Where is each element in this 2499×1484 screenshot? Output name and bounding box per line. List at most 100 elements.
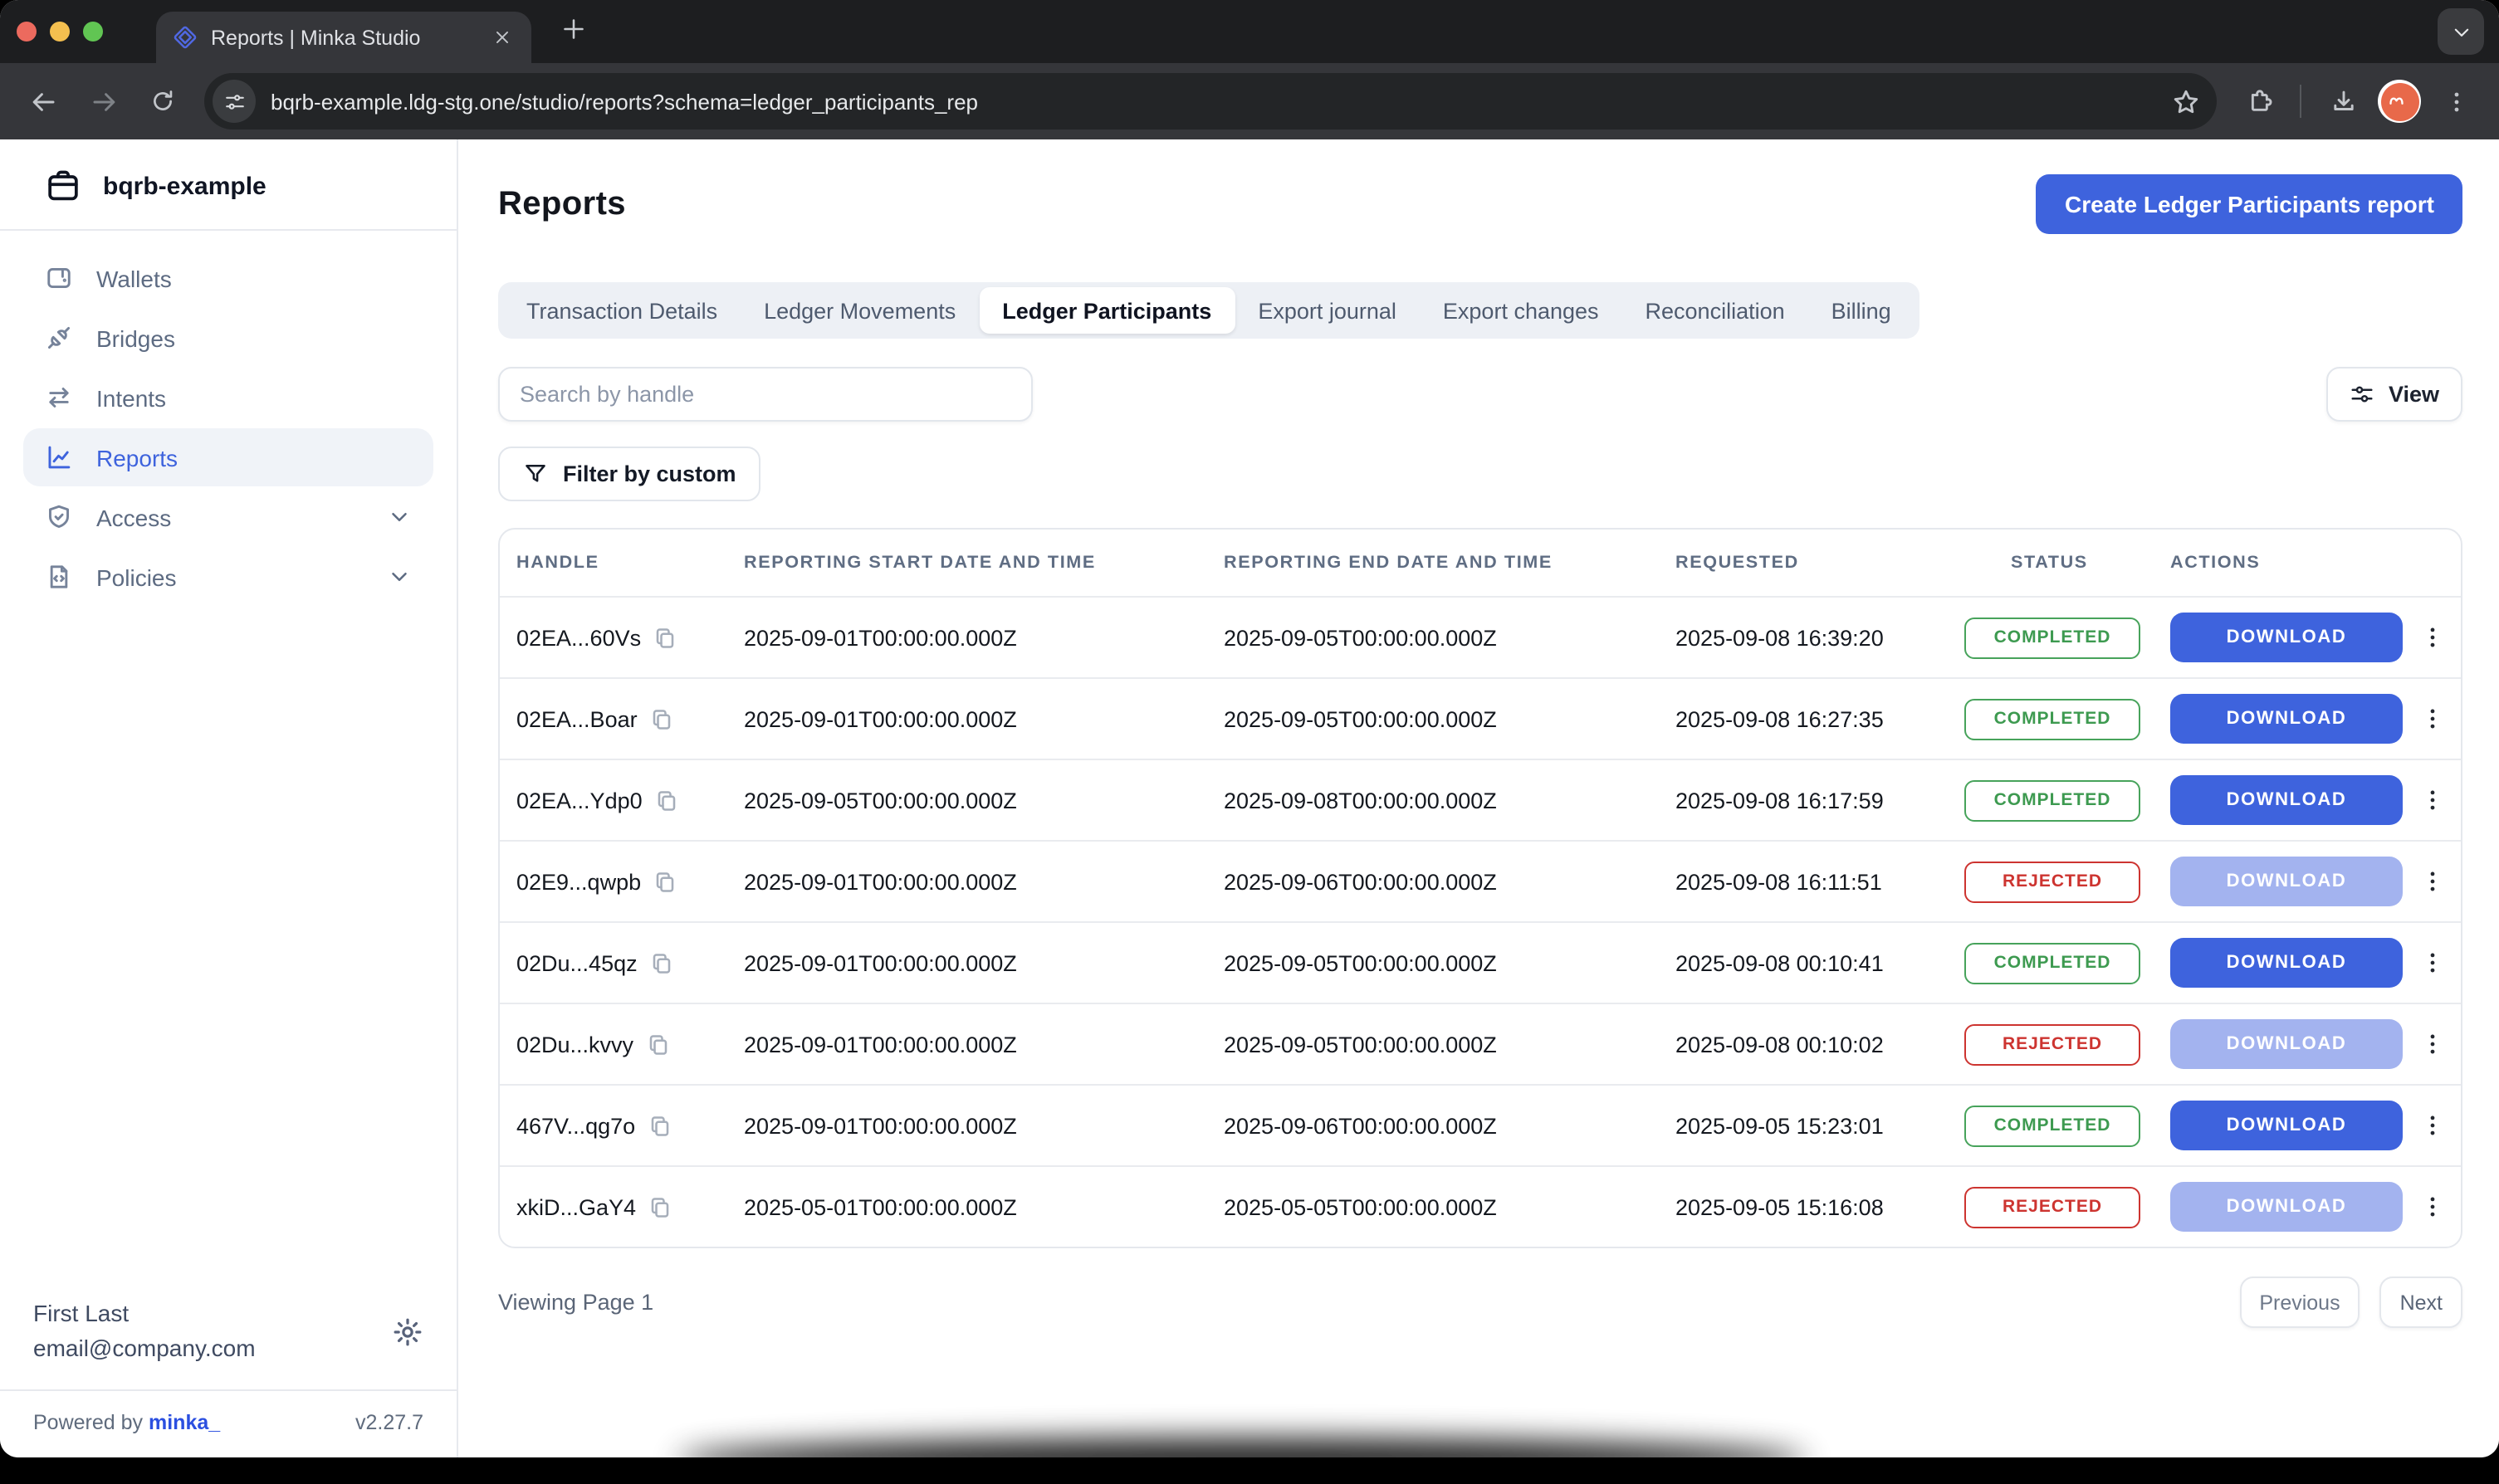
page-indicator: Viewing Page 1 xyxy=(498,1290,653,1315)
back-button[interactable] xyxy=(18,76,68,126)
download-button[interactable]: DOWNLOAD xyxy=(2170,694,2403,744)
handle-text: xkiD...GaY4 xyxy=(516,1194,636,1219)
new-tab-button[interactable] xyxy=(561,17,586,41)
table-row: 02EA...Ydp0 2025-09-05T00:00:00.000Z 202… xyxy=(500,759,2461,840)
filter-by-custom-button[interactable]: Filter by custom xyxy=(498,447,761,501)
downloads-icon[interactable] xyxy=(2318,76,2368,126)
requested-timestamp: 2025-09-05 15:23:01 xyxy=(1675,1113,1964,1138)
sidebar: bqrb-example Wallets Bridges Intents Rep… xyxy=(0,139,458,1457)
sidebar-item-reports[interactable]: Reports xyxy=(23,428,433,486)
tab-ledger-participants[interactable]: Ledger Participants xyxy=(979,287,1235,334)
handle-text: 02Du...kvvy xyxy=(516,1032,633,1057)
sidebar-item-label: Intents xyxy=(96,384,166,411)
copy-icon[interactable] xyxy=(653,869,677,894)
tab-reconciliation[interactable]: Reconciliation xyxy=(1622,287,1808,334)
extensions-icon[interactable] xyxy=(2233,76,2283,126)
next-page-button[interactable]: Next xyxy=(2380,1277,2462,1328)
browser-toolbar: bqrb-example.ldg-stg.one/studio/reports?… xyxy=(0,63,2499,139)
user-email: email@company.com xyxy=(33,1331,392,1366)
row-menu-icon[interactable] xyxy=(2421,1194,2444,1220)
report-end-date: 2025-09-05T00:00:00.000Z xyxy=(1224,706,1675,731)
dock-shadow xyxy=(677,1438,1807,1484)
browser-window: Reports | Minka Studio xyxy=(0,0,2499,1457)
view-button[interactable]: View xyxy=(2327,367,2462,422)
sidebar-item-bridges[interactable]: Bridges xyxy=(23,309,433,367)
favicon xyxy=(173,25,198,50)
copy-icon[interactable] xyxy=(653,625,677,650)
sidebar-item-label: Access xyxy=(96,504,171,530)
requested-timestamp: 2025-09-08 00:10:41 xyxy=(1675,950,1964,975)
copy-icon[interactable] xyxy=(645,1032,670,1057)
row-menu-icon[interactable] xyxy=(2421,1031,2444,1057)
copy-icon[interactable] xyxy=(648,1194,672,1219)
download-button[interactable]: DOWNLOAD xyxy=(2170,613,2403,662)
sidebar-item-wallets[interactable]: Wallets xyxy=(23,249,433,307)
row-menu-icon[interactable] xyxy=(2421,705,2444,732)
report-start-date: 2025-09-01T00:00:00.000Z xyxy=(744,1032,1224,1057)
copy-icon[interactable] xyxy=(649,950,674,975)
reload-button[interactable] xyxy=(138,76,188,126)
bookmark-star-icon[interactable] xyxy=(2162,78,2208,124)
minimize-window-button[interactable] xyxy=(50,22,70,41)
report-start-date: 2025-09-01T00:00:00.000Z xyxy=(744,869,1224,894)
create-report-button[interactable]: Create Ledger Participants report xyxy=(2037,174,2462,234)
ledger-name: bqrb-example xyxy=(103,172,267,200)
row-menu-icon[interactable] xyxy=(2421,868,2444,895)
report-start-date: 2025-09-01T00:00:00.000Z xyxy=(744,706,1224,731)
gear-icon[interactable] xyxy=(392,1316,423,1347)
powered-by-text: Powered by minka_ xyxy=(33,1411,220,1434)
tab-search-chevron-button[interactable] xyxy=(2438,8,2484,55)
plug-icon xyxy=(45,324,73,352)
tab-transaction-details[interactable]: Transaction Details xyxy=(503,287,741,334)
browser-tab[interactable]: Reports | Minka Studio xyxy=(156,12,531,63)
download-button[interactable]: DOWNLOAD xyxy=(2170,938,2403,988)
download-button[interactable]: DOWNLOAD xyxy=(2170,775,2403,825)
forward-button[interactable] xyxy=(78,76,128,126)
requested-timestamp: 2025-09-08 00:10:02 xyxy=(1675,1032,1964,1057)
col-handle: HANDLE xyxy=(516,553,744,573)
chevron-down-icon xyxy=(387,505,412,530)
ledger-switcher[interactable]: bqrb-example xyxy=(0,139,457,229)
chart-icon xyxy=(45,443,73,471)
handle-text: 02Du...45qz xyxy=(516,950,638,975)
status-badge: REJECTED xyxy=(1964,1186,2140,1228)
row-menu-icon[interactable] xyxy=(2421,624,2444,651)
tab-billing[interactable]: Billing xyxy=(1808,287,1915,334)
tab-export-journal[interactable]: Export journal xyxy=(1235,287,1420,334)
handle-text: 02EA...60Vs xyxy=(516,625,641,650)
tab-ledger-movements[interactable]: Ledger Movements xyxy=(741,287,979,334)
sidebar-item-label: Policies xyxy=(96,564,177,590)
report-end-date: 2025-09-05T00:00:00.000Z xyxy=(1224,1032,1675,1057)
sidebar-footer: Powered by minka_ v2.27.7 xyxy=(0,1391,457,1457)
close-tab-icon[interactable] xyxy=(488,24,515,51)
tab-export-changes[interactable]: Export changes xyxy=(1420,287,1622,334)
copy-icon[interactable] xyxy=(647,1113,672,1138)
table-row: 02Du...kvvy 2025-09-01T00:00:00.000Z 202… xyxy=(500,1003,2461,1084)
sidebar-item-label: Wallets xyxy=(96,265,172,291)
minka-brand-link[interactable]: minka_ xyxy=(149,1411,220,1434)
status-badge: COMPLETED xyxy=(1964,698,2140,740)
site-settings-icon[interactable] xyxy=(213,80,256,123)
download-button: DOWNLOAD xyxy=(2170,1019,2403,1069)
table-row: 02EA...60Vs 2025-09-01T00:00:00.000Z 202… xyxy=(500,596,2461,677)
row-menu-icon[interactable] xyxy=(2421,787,2444,813)
close-window-button[interactable] xyxy=(17,22,37,41)
sidebar-item-access[interactable]: Access xyxy=(23,488,433,546)
status-badge: REJECTED xyxy=(1964,861,2140,902)
browser-menu-icon[interactable] xyxy=(2431,76,2481,126)
previous-page-button[interactable]: Previous xyxy=(2239,1277,2360,1328)
table-row: 02E9...qwpb 2025-09-01T00:00:00.000Z 202… xyxy=(500,840,2461,921)
row-menu-icon[interactable] xyxy=(2421,1112,2444,1139)
search-input[interactable] xyxy=(498,367,1033,422)
report-end-date: 2025-09-06T00:00:00.000Z xyxy=(1224,869,1675,894)
sidebar-item-policies[interactable]: Policies xyxy=(23,548,433,606)
handle-text: 467V...qg7o xyxy=(516,1113,635,1138)
copy-icon[interactable] xyxy=(654,788,679,813)
download-button[interactable]: DOWNLOAD xyxy=(2170,1101,2403,1150)
profile-avatar[interactable] xyxy=(2378,80,2421,123)
zoom-window-button[interactable] xyxy=(83,22,103,41)
sidebar-item-intents[interactable]: Intents xyxy=(23,369,433,427)
row-menu-icon[interactable] xyxy=(2421,949,2444,976)
address-bar[interactable]: bqrb-example.ldg-stg.one/studio/reports?… xyxy=(204,73,2217,129)
copy-icon[interactable] xyxy=(649,706,674,731)
